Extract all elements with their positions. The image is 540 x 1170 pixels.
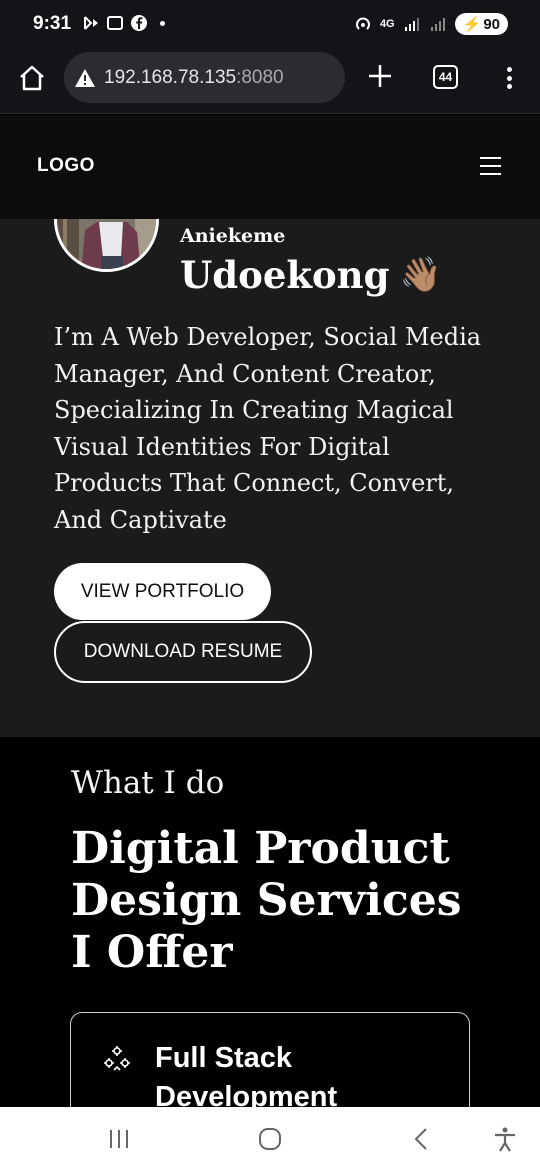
- bluetooth-play-icon: [84, 16, 98, 30]
- home-icon[interactable]: [18, 64, 46, 92]
- charging-icon: ⚡: [462, 16, 482, 33]
- services-eyebrow: What I do: [71, 765, 225, 801]
- warning-icon[interactable]: [74, 68, 96, 88]
- last-name-row: Udoekong 👋🏽: [180, 253, 442, 297]
- notification-dot-icon: [160, 20, 165, 26]
- service-title: Full Stack Development: [155, 1042, 338, 1107]
- gear-cluster-icon: [104, 1046, 130, 1071]
- hero-bio: I’m A Web Developer, Social Media Manage…: [54, 323, 482, 534]
- system-nav-bar: [0, 1107, 540, 1170]
- tab-switcher-button[interactable]: 44: [433, 65, 458, 89]
- download-resume-button[interactable]: DOWNLOAD RESUME: [54, 621, 312, 683]
- hotspot-icon: [355, 17, 370, 30]
- services-section: What I do Digital Product Design Service…: [0, 737, 540, 1107]
- system-icons: 4G ⚡ 90: [354, 13, 508, 35]
- first-name: Aniekeme: [180, 225, 286, 247]
- address-bar[interactable]: 192.168.78.135:8080: [64, 52, 345, 103]
- home-nav-icon[interactable]: [255, 1125, 285, 1153]
- profile-photo: [57, 219, 156, 269]
- view-portfolio-button[interactable]: VIEW PORTFOLIO: [54, 563, 271, 620]
- recent-apps-icon[interactable]: [104, 1125, 134, 1153]
- waving-hand-icon: 👋🏽: [399, 255, 442, 295]
- last-name: Udoekong: [180, 253, 390, 297]
- service-card[interactable]: Full Stack Development: [70, 1012, 470, 1107]
- site-logo[interactable]: LOGO: [37, 155, 95, 177]
- hero-section: Aniekeme Udoekong 👋🏽 I’m A Web Developer…: [0, 219, 540, 737]
- signal-icon: [404, 18, 419, 31]
- url-host: 192.168.78.135: [104, 66, 237, 88]
- screen-icon: [107, 16, 123, 30]
- accessibility-icon[interactable]: [490, 1125, 520, 1153]
- notification-icons: [82, 14, 165, 32]
- battery-level: 90: [483, 15, 500, 33]
- status-time: 9:31: [33, 13, 72, 34]
- site-header: LOGO: [0, 115, 540, 219]
- more-menu-icon[interactable]: [499, 64, 519, 92]
- network-type-label: 4G: [379, 18, 395, 30]
- back-icon[interactable]: [407, 1125, 437, 1153]
- new-tab-icon[interactable]: [366, 62, 394, 90]
- signal-secondary-icon: [430, 18, 445, 31]
- browser-toolbar: 192.168.78.135:8080 44: [0, 48, 540, 114]
- url-port: :8080: [236, 66, 284, 88]
- battery-indicator: ⚡ 90: [454, 13, 508, 35]
- profile-avatar: [54, 219, 159, 272]
- services-heading: Digital Product Design Services I Offer: [71, 823, 462, 978]
- facebook-icon: [131, 15, 147, 31]
- url-text[interactable]: 192.168.78.135:8080: [104, 67, 284, 89]
- hamburger-menu-icon[interactable]: [480, 157, 501, 175]
- status-bar: 9:31 4G ⚡ 90: [0, 0, 540, 48]
